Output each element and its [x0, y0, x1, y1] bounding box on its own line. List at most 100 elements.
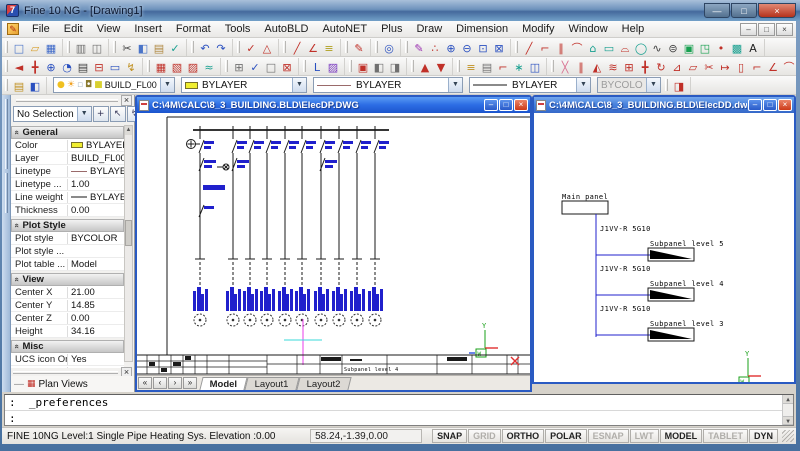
- sketch-icon[interactable]: ✎: [351, 40, 367, 55]
- property-value[interactable]: BYLAYER: [67, 192, 124, 203]
- property-row[interactable]: Linetype ...1.00: [11, 178, 124, 191]
- mdi-restore-button[interactable]: □: [758, 23, 775, 36]
- drawing-canvas-elecdd[interactable]: Main panelJ1VV-R 5G10Subpanel level 5J1V…: [534, 113, 794, 382]
- layer-previous-icon[interactable]: ◧: [27, 78, 43, 93]
- lineweight-combo[interactable]: BYLAYER ▼: [469, 77, 591, 93]
- ucs-world-icon[interactable]: ▨: [325, 59, 341, 74]
- menu-tools[interactable]: Tools: [218, 22, 258, 36]
- property-row[interactable]: Height34.16: [11, 325, 124, 338]
- property-row[interactable]: Line weightBYLAYER: [11, 191, 124, 204]
- list-entities-icon[interactable]: ≡: [321, 40, 337, 55]
- toolbar-grip[interactable]: [375, 41, 378, 53]
- zoom-back-icon[interactable]: ⊟: [91, 59, 107, 74]
- color-combo[interactable]: BYLAYER ▼: [181, 77, 307, 93]
- linetype-combo[interactable]: BYLAYER ▼: [313, 77, 463, 93]
- property-row[interactable]: Plot styleBYCOLOR: [11, 232, 124, 245]
- mdi-minimize-button[interactable]: –: [740, 23, 757, 36]
- polygon-icon[interactable]: ⌂: [585, 40, 601, 55]
- layer-off-icon[interactable]: ◫: [527, 59, 543, 74]
- toolbar-grip[interactable]: [349, 60, 352, 72]
- trim-icon[interactable]: ✂: [701, 59, 717, 74]
- make-block-icon[interactable]: ◳: [697, 40, 713, 55]
- create-group-button[interactable]: +: [93, 106, 109, 122]
- standards-icon[interactable]: ▣: [355, 59, 371, 74]
- redline-icon[interactable]: ✎: [411, 40, 427, 55]
- xref-icon[interactable]: ▨: [185, 59, 201, 74]
- rectangle-icon[interactable]: ▭: [601, 40, 617, 55]
- toolbar-grip[interactable]: [191, 41, 194, 53]
- rotate-icon[interactable]: ↻: [653, 59, 669, 74]
- print-icon[interactable]: ▥: [73, 40, 89, 55]
- zoom-in-icon[interactable]: ⊕: [443, 40, 459, 55]
- maximize-button[interactable]: □: [731, 3, 757, 18]
- property-value[interactable]: BYLAYER: [67, 166, 124, 177]
- mirror-icon[interactable]: ◭: [589, 59, 605, 74]
- palette-scrollbar[interactable]: ▲: [124, 125, 133, 362]
- toolbar-grip[interactable]: [303, 60, 306, 72]
- toggle-ortho[interactable]: ORTHO: [502, 429, 545, 443]
- scroll-up-icon[interactable]: ▲: [125, 126, 132, 135]
- sheet-set-icon[interactable]: ◧: [371, 59, 387, 74]
- dock-grip[interactable]: [2, 95, 11, 392]
- zoom-window-icon[interactable]: ⊡: [475, 40, 491, 55]
- tab-nav-next-icon[interactable]: ›: [168, 377, 182, 389]
- block-tool-icon[interactable]: ▧: [169, 59, 185, 74]
- drawing-canvas-elecdp[interactable]: YWSubpanel level 4: [137, 113, 530, 375]
- toolbar-grip[interactable]: [665, 79, 668, 91]
- menu-autonet[interactable]: AutoNET: [315, 22, 374, 36]
- menu-view[interactable]: View: [90, 22, 128, 36]
- toolbar-grip[interactable]: [283, 41, 286, 53]
- section-header-plot-style[interactable]: «Plot Style: [11, 219, 124, 232]
- tab-nav-first-icon[interactable]: «: [138, 377, 152, 389]
- chevron-down-icon[interactable]: ▼: [160, 78, 174, 92]
- layer-walk-icon[interactable]: ▤: [479, 59, 495, 74]
- command-window[interactable]: : _preferences : ▲▼: [4, 394, 794, 426]
- property-row[interactable]: Plot style ...: [11, 245, 124, 258]
- toggle-dyn[interactable]: DYN: [749, 429, 778, 443]
- arc-icon[interactable]: ⌓: [617, 40, 633, 55]
- viewport-icon[interactable]: ▭: [107, 59, 123, 74]
- multiline-icon[interactable]: ∥: [553, 40, 569, 55]
- new-file-icon[interactable]: □: [11, 40, 27, 55]
- close-button[interactable]: ×: [778, 99, 792, 111]
- hatch-icon[interactable]: ▩: [729, 40, 745, 55]
- property-value[interactable]: Model: [67, 259, 124, 270]
- section-header-view[interactable]: «View: [11, 273, 124, 286]
- toggle-snap[interactable]: SNAP: [432, 429, 467, 443]
- property-value[interactable]: 34.16: [67, 326, 124, 337]
- toolbar-grip[interactable]: [5, 41, 8, 53]
- arc-3point-icon[interactable]: ⌒: [569, 40, 585, 55]
- grid-toggle-icon[interactable]: ⊞: [231, 59, 247, 74]
- make-object-layer-current-icon[interactable]: ◨: [671, 78, 687, 93]
- insert-block-icon[interactable]: ▣: [681, 40, 697, 55]
- layer-isolate-icon[interactable]: ∗: [511, 59, 527, 74]
- toggle-grid[interactable]: GRID: [468, 429, 501, 443]
- titlebar[interactable]: 7 Fine 10 NG - [Drawing1] — □ ×: [0, 0, 800, 21]
- coordinates-readout[interactable]: 58.24,-1.39,0.00: [310, 429, 422, 443]
- toolbar-grip[interactable]: [237, 41, 240, 53]
- extend-icon[interactable]: ↦: [717, 59, 733, 74]
- zoom-out-icon[interactable]: ⊖: [459, 40, 475, 55]
- menu-plus[interactable]: Plus: [374, 22, 409, 36]
- chevron-down-icon[interactable]: ▼: [77, 107, 91, 121]
- polar-toggle-icon[interactable]: ✓: [247, 59, 263, 74]
- toolbar-grip[interactable]: [67, 41, 70, 53]
- toolbar-grip[interactable]: [225, 60, 228, 72]
- property-row[interactable]: Center Y14.85: [11, 299, 124, 312]
- fillet-icon[interactable]: ⌒: [781, 59, 796, 74]
- property-value[interactable]: 21.00: [67, 287, 124, 298]
- lock-icon[interactable]: ◘: [85, 78, 92, 92]
- bulb-icon[interactable]: ●: [57, 78, 65, 92]
- spline-icon[interactable]: ∿: [649, 40, 665, 55]
- property-value[interactable]: 14.85: [67, 300, 124, 311]
- measure-distance-icon[interactable]: ╱: [289, 40, 305, 55]
- sun-icon[interactable]: ☀: [67, 78, 75, 92]
- property-value[interactable]: BUILD_FL001_: [67, 153, 124, 164]
- command-scrollbar[interactable]: ▲▼: [782, 395, 793, 425]
- ortho-toggle-icon[interactable]: □: [263, 59, 279, 74]
- toggle-lwt[interactable]: LWT: [630, 429, 659, 443]
- copy-icon[interactable]: ◧: [135, 40, 151, 55]
- minimize-button[interactable]: –: [484, 99, 498, 111]
- property-value[interactable]: BYLAYER: [67, 140, 124, 151]
- move-icon[interactable]: ╋: [637, 59, 653, 74]
